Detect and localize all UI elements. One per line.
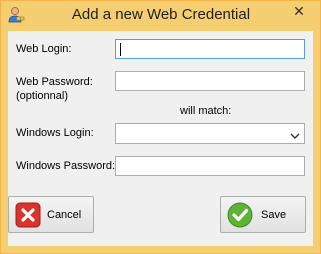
cancel-button[interactable]: Cancel — [8, 196, 94, 233]
will-match-label: will match: — [180, 105, 232, 117]
cancel-label: Cancel — [47, 209, 82, 221]
text-caret — [120, 43, 121, 56]
web-password-input[interactable] — [115, 71, 305, 91]
window-title: Add a new Web Credential — [71, 6, 251, 23]
windows-login-select[interactable] — [115, 123, 305, 144]
save-label: Save — [261, 209, 287, 221]
save-button[interactable]: Save — [220, 196, 306, 233]
web-login-input[interactable] — [115, 39, 305, 59]
windows-password-label: Windows Password: — [16, 160, 116, 172]
windows-login-label: Windows Login: — [16, 127, 94, 139]
dialog-body: Web Login: Web Password: (optionnal) wil… — [8, 31, 313, 246]
chevron-down-icon — [290, 128, 300, 139]
title-bar[interactable]: Add a new Web Credential ✕ — [1, 1, 320, 31]
web-login-label: Web Login: — [16, 43, 72, 55]
red-x-icon — [15, 202, 41, 233]
credential-dialog: Add a new Web Credential ✕ Web Login: We… — [0, 0, 321, 254]
close-button[interactable]: ✕ — [283, 1, 315, 21]
web-password-label: Web Password: — [16, 76, 93, 88]
green-check-icon — [227, 202, 253, 233]
web-password-optional-note: (optionnal) — [16, 90, 68, 102]
windows-password-input[interactable] — [115, 156, 305, 176]
user-key-icon — [7, 6, 25, 24]
